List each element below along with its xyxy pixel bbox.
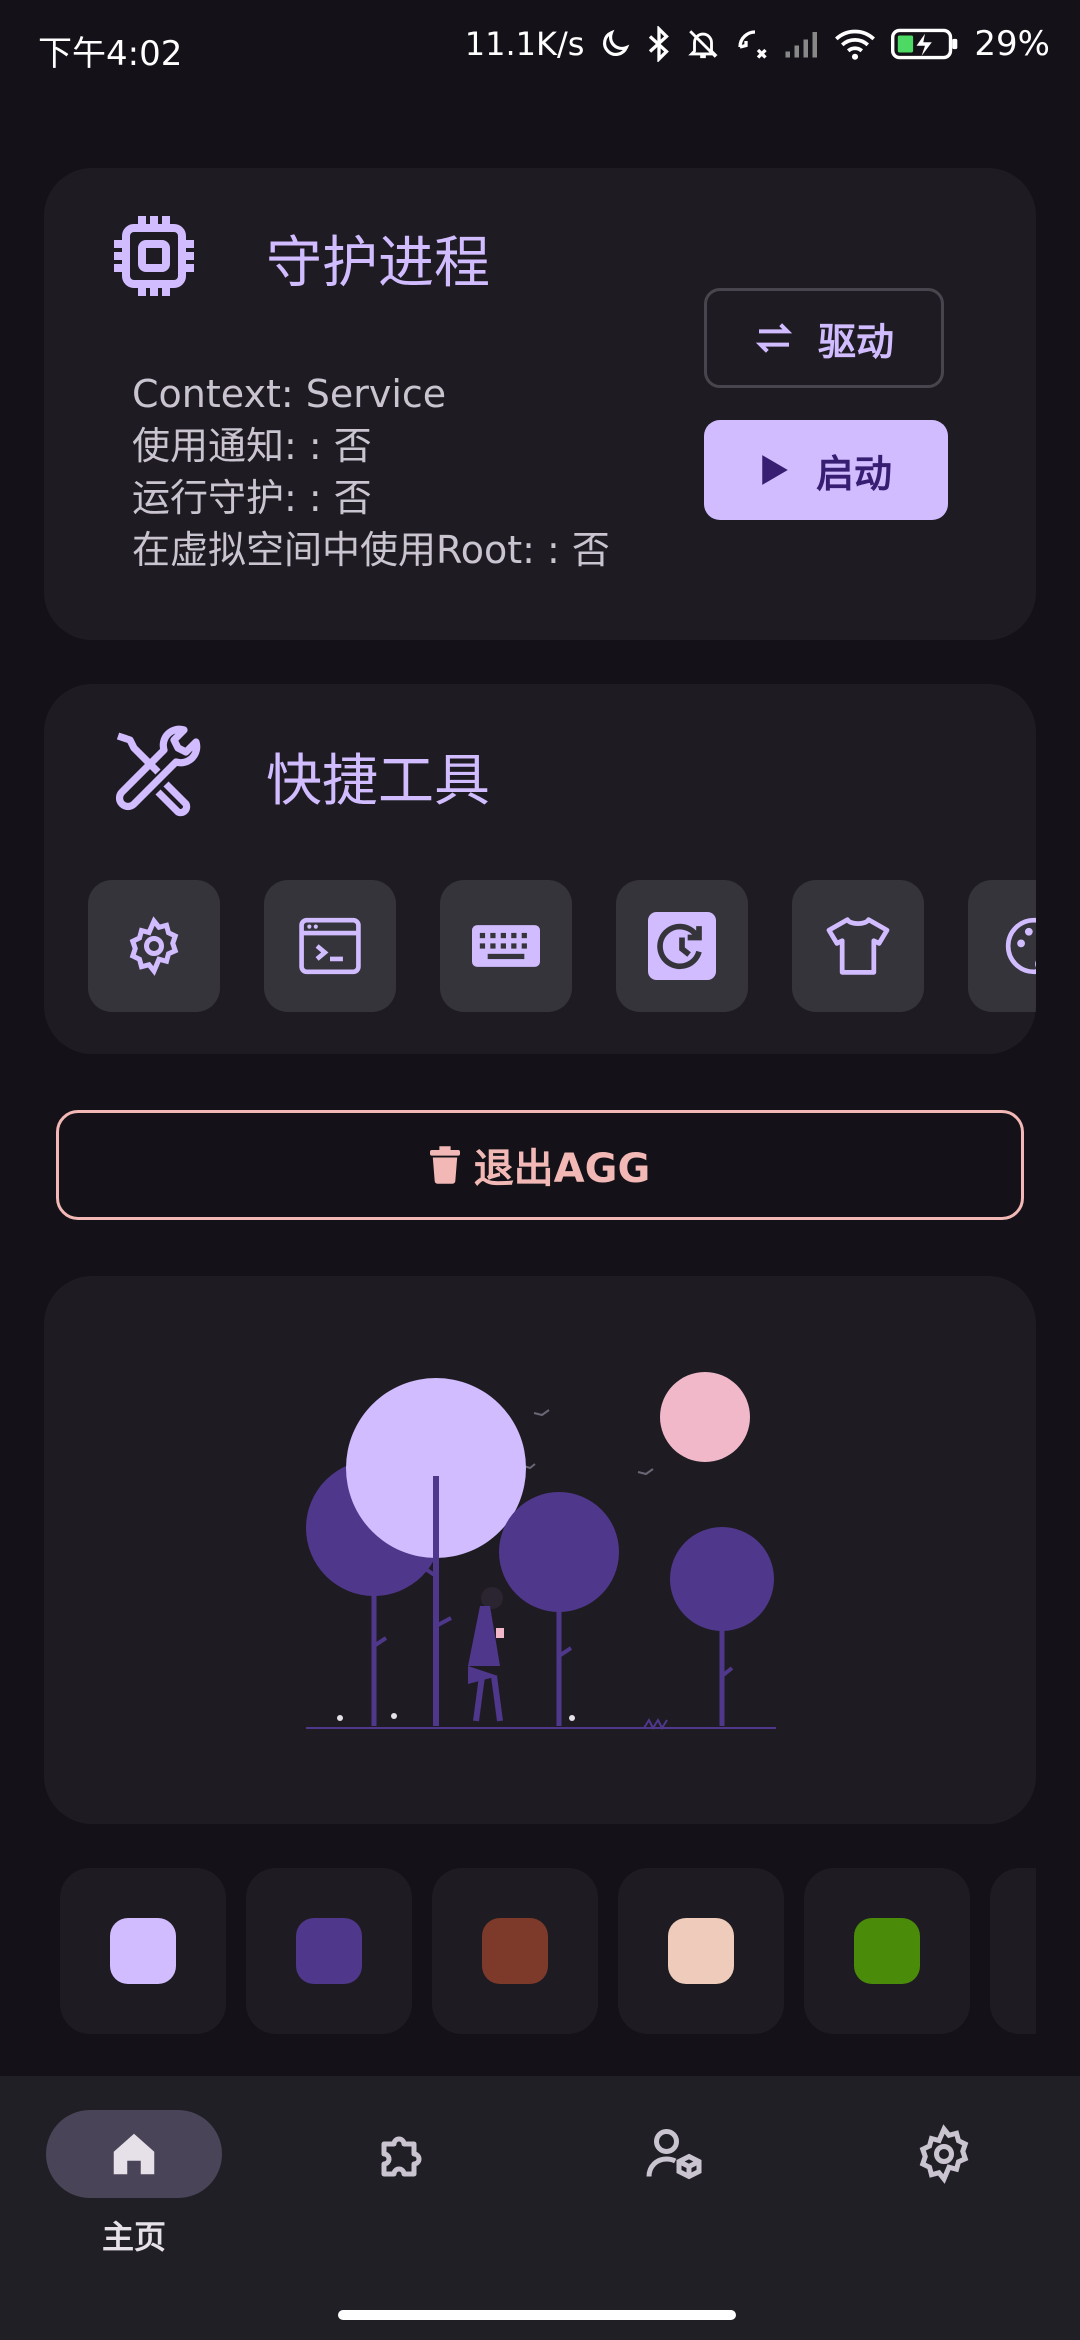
start-button-label: 启动: [815, 451, 892, 496]
tools-card: 快捷工具: [44, 684, 1036, 1054]
signal-icon: [785, 32, 818, 58]
tool-keyboard[interactable]: [440, 880, 572, 1012]
swatch-chip: [854, 1918, 920, 1984]
start-button[interactable]: 启动: [704, 420, 948, 520]
status-time: 下午4:02: [38, 34, 183, 74]
driver-button-label: 驱动: [817, 319, 894, 364]
swatch-chip: [296, 1918, 362, 1984]
daemon-title: 守护进程: [266, 231, 490, 296]
play-icon: [762, 455, 788, 485]
palette-icon: [1005, 917, 1036, 975]
bell-off-icon: [688, 30, 719, 59]
info-guard: 运行守护: : 否: [132, 476, 372, 520]
network-speed: 11.1K/s: [464, 25, 585, 63]
tool-shirt[interactable]: [792, 880, 924, 1012]
tools-icon: [115, 725, 201, 817]
forest-illustration: [306, 1372, 776, 1731]
info-notification: 使用通知: : 否: [132, 424, 372, 468]
shirt-icon: [826, 917, 890, 975]
battery-charging-icon: [891, 28, 958, 60]
info-context: Context: Service: [132, 372, 447, 416]
tools-row: [88, 880, 1036, 1012]
nav-home-indicator: [46, 2110, 222, 2198]
swatch-row: [60, 1868, 1036, 2034]
cpu-chip-icon: [114, 216, 194, 296]
user-box-icon: [646, 2129, 702, 2180]
clock-icon: [648, 912, 716, 980]
trash-icon: [429, 1146, 460, 1184]
bluetooth-icon: [649, 26, 670, 62]
info-root: 在虚拟空间中使用Root: : 否: [132, 528, 610, 572]
home-icon: [113, 2133, 155, 2175]
bottom-navigation: 主页: [0, 2076, 1080, 2340]
call-icon: [738, 30, 768, 59]
swatch-chip: [110, 1918, 176, 1984]
nav-settings-indicator: [856, 2110, 1032, 2198]
nav-apps[interactable]: [586, 2110, 762, 2270]
swatch-2[interactable]: [246, 1868, 412, 2034]
status-bar: 下午4:02 11.1K/s 29%: [0, 0, 1080, 90]
moon-icon: [603, 29, 630, 56]
swatch-chip: [482, 1918, 548, 1984]
tool-terminal[interactable]: [264, 880, 396, 1012]
gear-icon: [919, 2124, 969, 2184]
swap-icon: [755, 323, 793, 353]
home-gesture-bar[interactable]: [338, 2310, 736, 2320]
nav-modules-indicator: [316, 2110, 492, 2198]
status-icons: 11.1K/s 29%: [465, 24, 1050, 64]
swatch-1[interactable]: [60, 1868, 226, 2034]
nav-apps-indicator: [586, 2110, 762, 2198]
swatch-chip: [668, 1918, 734, 1984]
terminal-icon: [299, 917, 361, 975]
daemon-info: Context: Service 使用通知: : 否 运行守护: : 否 在虚拟…: [132, 368, 610, 576]
nav-settings[interactable]: [856, 2110, 1032, 2270]
settings-icon: [129, 916, 179, 976]
nav-modules[interactable]: [316, 2110, 492, 2270]
driver-button[interactable]: 驱动: [704, 288, 944, 388]
tools-title: 快捷工具: [266, 749, 490, 814]
swatch-5[interactable]: [804, 1868, 970, 2034]
exit-button[interactable]: 退出AGG: [56, 1110, 1024, 1220]
wifi-icon: [835, 29, 876, 60]
swatch-3[interactable]: [432, 1868, 598, 2034]
daemon-card: 守护进程 Context: Service 使用通知: : 否 运行守护: : …: [44, 168, 1036, 640]
exit-button-label: 退出AGG: [473, 1146, 651, 1192]
color-swatch-strip: [60, 1868, 1036, 2034]
tool-palette[interactable]: [968, 880, 1036, 1012]
nav-home-label: 主页: [101, 2218, 166, 2256]
swatch-4[interactable]: [618, 1868, 784, 2034]
tool-settings[interactable]: [88, 880, 220, 1012]
swatch-6[interactable]: [990, 1868, 1036, 2034]
battery-percent: 29%: [974, 24, 1050, 64]
tool-clock[interactable]: [616, 880, 748, 1012]
puzzle-icon: [381, 2136, 422, 2177]
illustration-card: [44, 1276, 1036, 1824]
keyboard-icon: [472, 925, 540, 967]
nav-home[interactable]: 主页: [46, 2110, 222, 2270]
